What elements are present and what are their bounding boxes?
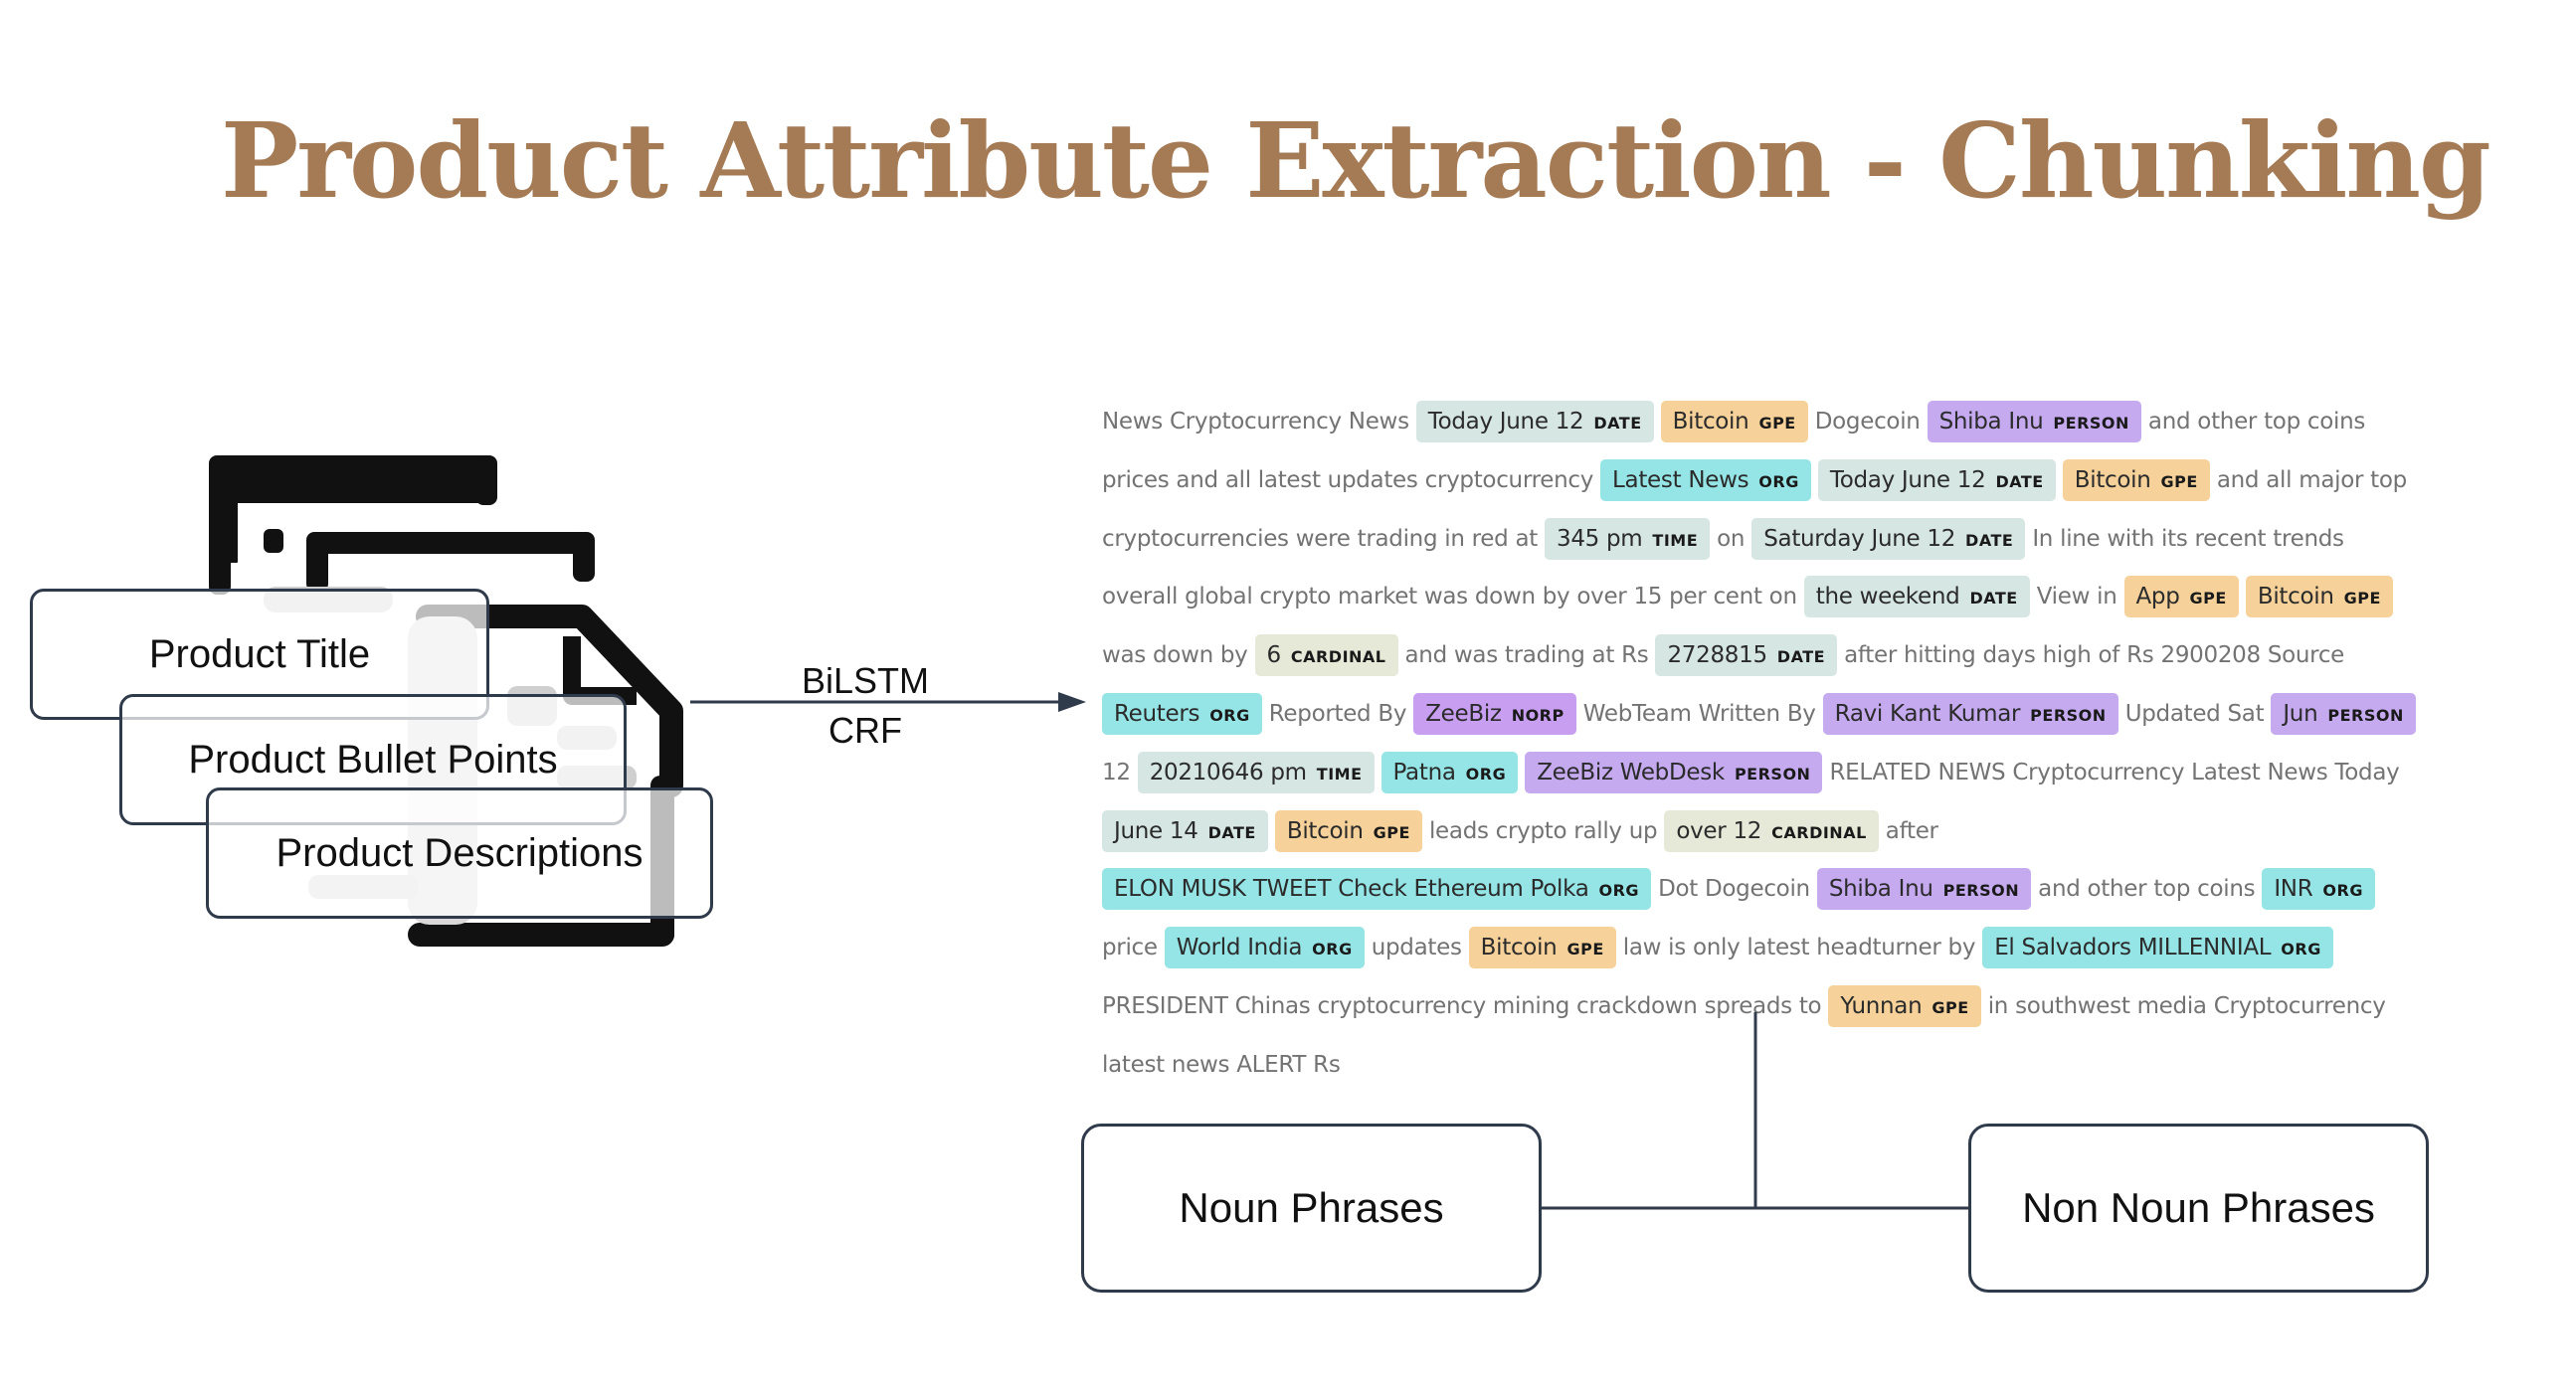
noun-phrases-label: Noun Phrases [1179, 1184, 1444, 1231]
noun-phrases-box: Noun Phrases [1081, 1124, 1542, 1293]
non-noun-phrases-box: Non Noun Phrases [1968, 1124, 2429, 1293]
non-noun-phrases-label: Non Noun Phrases [2022, 1184, 2375, 1231]
